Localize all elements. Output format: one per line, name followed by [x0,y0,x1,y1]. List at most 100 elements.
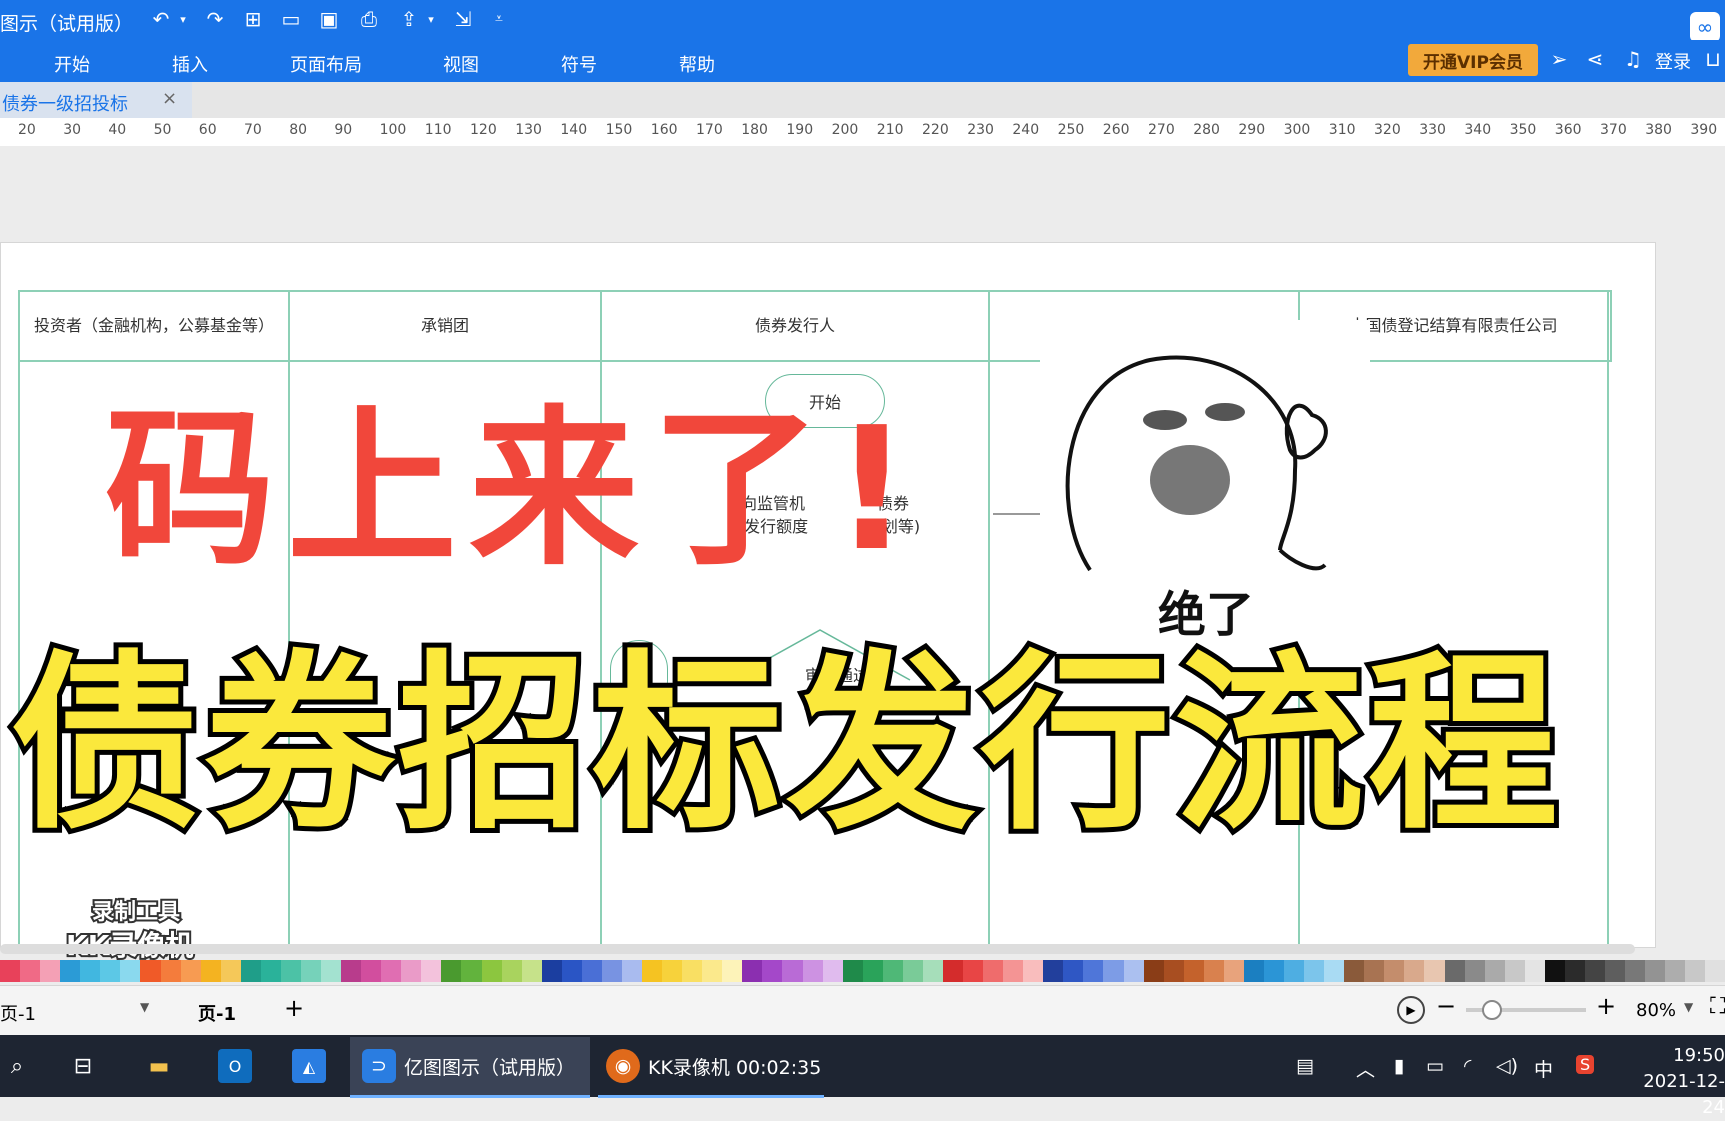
color-swatch[interactable] [1263,960,1284,982]
color-swatch[interactable] [842,960,863,982]
lane-underwriters[interactable]: 承销团 [290,290,600,358]
color-swatch[interactable] [1645,960,1666,982]
volume-icon[interactable]: ◁) [1496,1055,1518,1077]
export-dropdown-icon[interactable]: ▾ [418,6,444,32]
color-swatch[interactable] [822,960,843,982]
menu-insert[interactable]: 插入 [172,51,208,77]
page-tab[interactable]: 页-1 [198,1000,236,1026]
color-swatch[interactable] [381,960,402,982]
color-swatch[interactable] [361,960,382,982]
page-select[interactable]: 页-1 [0,1000,36,1026]
task-view-icon[interactable]: ⊟ [66,1049,100,1083]
color-swatch[interactable] [240,960,261,982]
color-swatch[interactable] [1584,960,1605,982]
color-swatch[interactable] [401,960,422,982]
color-swatch[interactable] [341,960,362,982]
color-swatch[interactable] [1103,960,1124,982]
play-icon[interactable]: ▶ [1397,996,1425,1024]
color-swatch[interactable] [862,960,883,982]
color-swatch[interactable] [260,960,281,982]
bell-icon[interactable]: ♫ [1620,46,1646,72]
color-swatch[interactable] [642,960,663,982]
color-swatch[interactable] [461,960,482,982]
color-swatch[interactable] [963,960,984,982]
color-swatch[interactable] [100,960,121,982]
redo-icon[interactable]: ↷ [202,6,228,32]
color-swatch[interactable] [180,960,201,982]
color-swatch[interactable] [60,960,81,982]
color-swatch[interactable] [80,960,101,982]
color-swatch[interactable] [140,960,161,982]
color-swatch[interactable] [1384,960,1405,982]
color-swatch[interactable] [200,960,221,982]
color-swatch[interactable] [160,960,181,982]
zoom-in-icon[interactable]: + [1596,992,1616,1020]
menu-view[interactable]: 视图 [443,51,479,77]
color-swatch[interactable] [521,960,542,982]
taskbar-app-edraw[interactable]: ⊃ 亿图图示（试用版） [350,1037,590,1098]
color-swatch[interactable] [782,960,803,982]
color-swatch[interactable] [541,960,562,982]
add-page-icon[interactable]: + [284,994,304,1022]
color-swatch[interactable] [1143,960,1164,982]
color-swatch[interactable] [1605,960,1626,982]
color-swatch[interactable] [1524,960,1545,982]
color-swatch[interactable] [1023,960,1044,982]
color-swatch[interactable] [1304,960,1325,982]
color-swatch[interactable] [40,960,61,982]
color-swatch[interactable] [662,960,683,982]
chevron-down-icon[interactable]: ▼ [140,1000,149,1014]
ime-indicator[interactable]: 中 [1534,1055,1553,1082]
color-swatch[interactable] [20,960,41,982]
outlook-icon[interactable]: O [218,1049,252,1083]
color-swatch[interactable] [762,960,783,982]
color-swatch[interactable] [1163,960,1184,982]
color-swatch[interactable] [1665,960,1686,982]
account-icon[interactable]: ⊔ [1700,46,1725,72]
color-swatch[interactable] [220,960,241,982]
color-swatch[interactable] [0,960,21,982]
login-link[interactable]: 登录 [1655,48,1691,74]
color-swatch[interactable] [1223,960,1244,982]
import-icon[interactable]: ⇲ [450,6,476,32]
zoom-out-icon[interactable]: − [1436,992,1456,1020]
color-swatch[interactable] [1284,960,1305,982]
color-swatch[interactable] [561,960,582,982]
color-swatch[interactable] [1544,960,1565,982]
color-swatch[interactable] [280,960,301,982]
color-swatch[interactable] [1123,960,1144,982]
news-widget-icon[interactable]: ▤ [1296,1055,1314,1077]
print-icon[interactable]: ⎙ [356,6,382,32]
menu-symbols[interactable]: 符号 [561,51,597,77]
menu-home[interactable]: 开始 [54,51,90,77]
color-swatch[interactable] [1464,960,1485,982]
color-swatch[interactable] [882,960,903,982]
chevron-down-icon[interactable]: ▼ [1684,1000,1693,1014]
color-swatch[interactable] [321,960,342,982]
system-clock[interactable]: 19:50 2021-12-24 [1624,1043,1725,1121]
color-swatch[interactable] [1083,960,1104,982]
share-icon[interactable]: ⋖ [1582,46,1608,72]
taskbar-app-kk-recorder[interactable]: ◉ KK录像机 00:02:35 [598,1037,824,1098]
color-swatch[interactable] [1243,960,1264,982]
color-swatch[interactable] [1183,960,1204,982]
color-swatch[interactable] [1404,960,1425,982]
color-swatch[interactable] [1444,960,1465,982]
color-swatch[interactable] [581,960,602,982]
color-swatch[interactable] [702,960,723,982]
color-swatch[interactable] [1043,960,1064,982]
color-swatch[interactable] [120,960,141,982]
wifi-icon[interactable]: ◜ [1464,1055,1471,1077]
color-swatch[interactable] [501,960,522,982]
color-swatch[interactable] [983,960,1004,982]
photos-icon[interactable]: ◭ [292,1049,326,1083]
color-swatch[interactable] [1564,960,1585,982]
color-swatch[interactable] [1484,960,1505,982]
send-icon[interactable]: ➢ [1546,46,1572,72]
color-swatch[interactable] [481,960,502,982]
menu-page-layout[interactable]: 页面布局 [290,51,362,77]
customize-toolbar-icon[interactable]: ⩡ [486,6,512,32]
zoom-level[interactable]: 80% [1636,1000,1676,1021]
zoom-slider-knob[interactable] [1482,1000,1502,1020]
undo-dropdown-icon[interactable]: ▾ [170,6,196,32]
